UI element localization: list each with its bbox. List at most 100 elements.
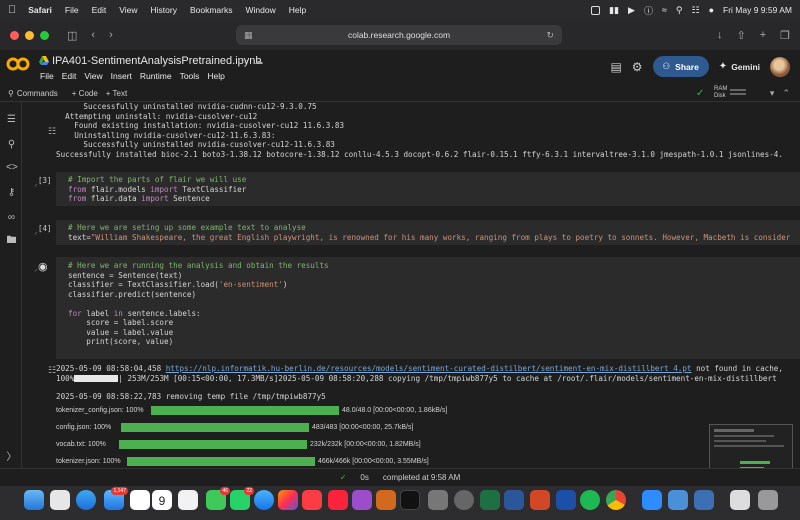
settings-gear-icon[interactable]: ⚙ (632, 60, 643, 74)
avatar[interactable] (770, 56, 790, 77)
commands-button[interactable]: ⚲ Commands (8, 89, 58, 98)
cloud-icon[interactable]: ☁ (254, 56, 263, 67)
connected-check-icon[interactable]: ✓ (696, 88, 704, 99)
files-folder-icon[interactable]: 🖿 (6, 235, 17, 246)
forward-icon[interactable]: › (109, 29, 113, 41)
user-icon[interactable]: ● (709, 5, 714, 15)
close-window-button[interactable] (10, 30, 19, 40)
podcasts-icon[interactable] (352, 490, 372, 510)
photos-app-icon[interactable] (278, 490, 298, 510)
new-tab-icon[interactable]: + (760, 29, 766, 42)
terminal-icon[interactable]: 〉 (6, 452, 17, 463)
photos-icon[interactable] (130, 490, 150, 510)
resources-dropdown-icon[interactable]: ▾ (770, 88, 775, 99)
sidebar-toggle-icon[interactable]: ◫ (67, 29, 77, 42)
code-snippets-icon[interactable]: <> (6, 162, 18, 173)
calendar-icon[interactable]: 9 (152, 490, 172, 510)
menu-safari[interactable]: Safari (28, 5, 52, 15)
wifi-icon[interactable]: ≈ (662, 5, 667, 15)
star-icon[interactable]: ☆ (240, 56, 248, 67)
word-icon[interactable] (504, 490, 524, 510)
add-text-button[interactable]: + Text (106, 89, 127, 98)
chrome-icon[interactable] (606, 490, 626, 510)
collapse-icon[interactable]: ⌃ (782, 88, 790, 99)
table-of-contents-icon[interactable]: ☰ (6, 114, 17, 125)
notebook-title[interactable]: IPA401-SentimentAnalysisPretrained.ipynb (52, 55, 262, 67)
apple-icon[interactable]:  (8, 4, 16, 16)
output-settings-icon[interactable]: ☷ (48, 126, 56, 137)
page-settings-icon[interactable]: ▦ (244, 30, 253, 41)
download-icon[interactable]: ↓ (717, 29, 723, 42)
outlook-icon[interactable] (556, 490, 576, 510)
app-store-icon[interactable] (254, 490, 274, 510)
menu-clock[interactable]: Fri May 9 9:59 AM (723, 5, 792, 15)
apple-tv-icon[interactable] (400, 490, 420, 510)
minimize-window-button[interactable] (25, 30, 34, 40)
add-code-button[interactable]: + Code (72, 89, 98, 98)
colab-menu-runtime[interactable]: Runtime (140, 71, 172, 81)
find-replace-icon[interactable]: ⚲ (6, 139, 17, 150)
zoom-icon[interactable] (642, 490, 662, 510)
music-icon[interactable] (302, 490, 322, 510)
url-text[interactable]: colab.research.google.com (348, 30, 450, 40)
settings-icon[interactable] (454, 490, 474, 510)
resources-indicator[interactable]: RAM Disk (714, 86, 727, 100)
reload-icon[interactable]: ↻ (546, 30, 554, 41)
colab-menu-file[interactable]: File (40, 71, 54, 81)
finder-icon[interactable] (24, 490, 44, 510)
zoom-window-button[interactable] (40, 30, 49, 40)
back-icon[interactable]: ‹ (91, 29, 95, 41)
output-settings-icon[interactable]: ☷ (48, 365, 56, 376)
gemini-button[interactable]: ✦ Gemini (719, 61, 760, 72)
books-icon[interactable] (376, 490, 396, 510)
safari-icon[interactable] (76, 490, 96, 510)
mail-icon[interactable]: 1,147 (104, 487, 128, 510)
menu-bookmarks[interactable]: Bookmarks (190, 5, 233, 15)
launchpad-icon[interactable] (50, 490, 70, 510)
preview-icon[interactable] (668, 490, 688, 510)
colab-menu-view[interactable]: View (84, 71, 102, 81)
progress-stats: 466k/466k [00:00<00:00, 3.55MB/s] (318, 457, 429, 465)
colab-menu-tools[interactable]: Tools (180, 71, 200, 81)
comments-icon[interactable]: ▤ (610, 60, 621, 74)
variables-icon[interactable]: ∞ (6, 212, 17, 223)
info-icon[interactable]: ⓘ (644, 4, 653, 17)
battery-icon[interactable]: ▮▮ (609, 5, 619, 16)
news-icon[interactable] (328, 490, 348, 510)
colab-menu-insert[interactable]: Insert (111, 71, 132, 81)
menu-history[interactable]: History (151, 5, 177, 15)
play-icon[interactable]: ▶ (628, 5, 635, 16)
control-center-icon[interactable]: ☷ (692, 5, 700, 16)
app-icon[interactable] (694, 490, 714, 510)
colab-logo-icon[interactable] (6, 56, 30, 72)
menu-help[interactable]: Help (289, 5, 306, 15)
resource-bars (730, 89, 746, 97)
model-url-link[interactable]: https://nlp.informatik.hu-berlin.de/reso… (166, 364, 692, 373)
trash-icon[interactable] (758, 490, 778, 510)
secrets-key-icon[interactable]: ⚷ (6, 187, 17, 198)
share-button[interactable]: ⚇ Share (652, 56, 709, 77)
powerpoint-icon[interactable] (530, 490, 550, 510)
documents-folder-icon[interactable] (730, 490, 750, 510)
whatsapp-icon[interactable]: 22 (230, 487, 254, 510)
menu-view[interactable]: View (119, 5, 137, 15)
install-output-line: Attempting uninstall: nvidia-cusolver-cu… (56, 111, 258, 121)
share-icon[interactable]: ⇧ (736, 29, 745, 42)
tab-overview-icon[interactable]: ❐ (780, 29, 790, 42)
menu-edit[interactable]: Edit (92, 5, 107, 15)
search-icon[interactable]: ⚲ (676, 5, 683, 16)
log-text: 100% (56, 373, 75, 383)
run-cell-button[interactable]: ◉ (38, 260, 48, 273)
messages-icon[interactable]: 46 (206, 487, 230, 510)
excel-icon[interactable] (480, 490, 500, 510)
spotify-icon[interactable] (580, 490, 600, 510)
menu-file[interactable]: File (65, 5, 79, 15)
contacts-icon[interactable] (178, 490, 198, 510)
colab-menu-help[interactable]: Help (207, 71, 224, 81)
menu-window[interactable]: Window (245, 5, 275, 15)
address-bar[interactable]: ▦ colab.research.google.com ↻ (236, 25, 562, 45)
status-icon[interactable] (591, 5, 601, 15)
disk-label: Disk (714, 93, 726, 99)
colab-menu-edit[interactable]: Edit (62, 71, 77, 81)
system-settings-icon[interactable] (428, 490, 448, 510)
